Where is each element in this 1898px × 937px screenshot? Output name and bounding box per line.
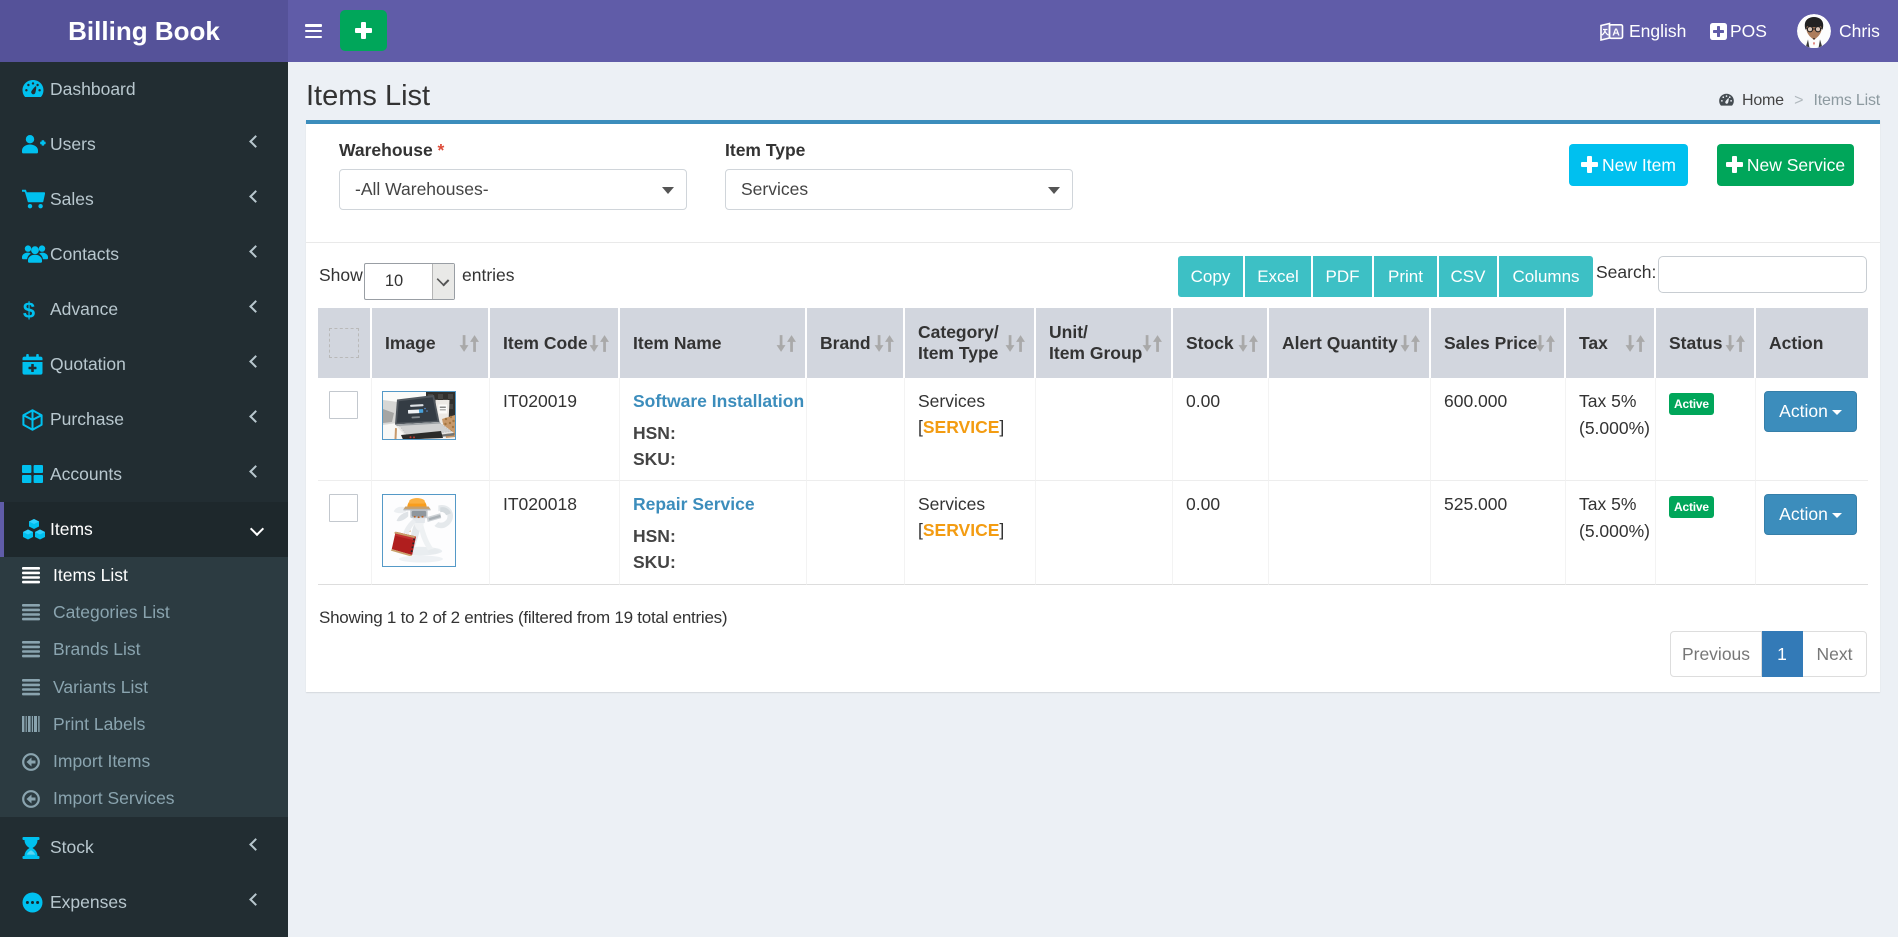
svg-text:A: A — [1612, 27, 1620, 39]
svg-text:$: $ — [23, 299, 35, 323]
